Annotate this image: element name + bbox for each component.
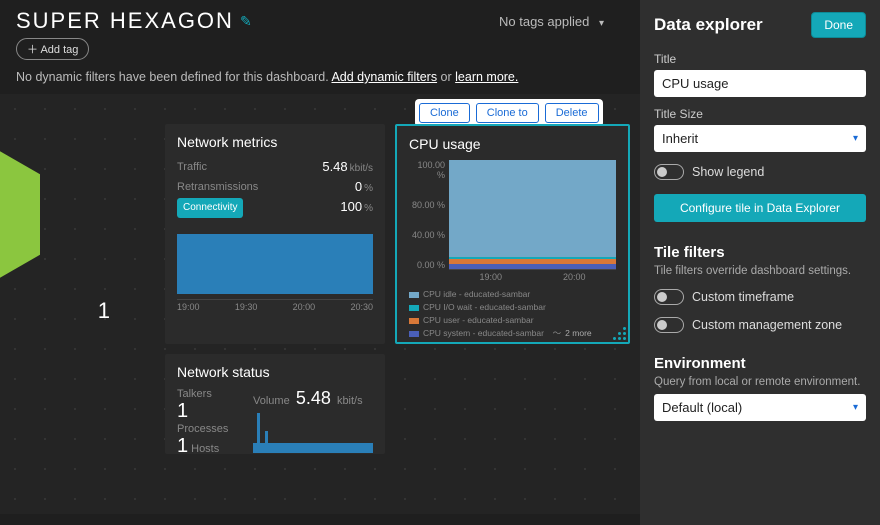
chevron-down-icon: ▾: [599, 18, 604, 29]
title-size-label: Title Size: [654, 107, 866, 121]
cpu-chart: 100.00 % 80.00 % 40.00 % 0.00 %: [409, 160, 616, 270]
add-tag-button[interactable]: ＋ Add tag: [16, 38, 89, 60]
resize-handle-icon[interactable]: [612, 326, 626, 340]
tile-filters-heading: Tile filters: [654, 244, 866, 261]
tile-title: CPU usage: [409, 136, 616, 152]
cpu-usage-tile[interactable]: CPU usage 100.00 % 80.00 % 40.00 % 0.00 …: [395, 124, 630, 344]
title-label: Title: [654, 52, 866, 66]
clone-to-button[interactable]: Clone to: [476, 103, 539, 123]
network-metrics-tile[interactable]: Network metrics Traffic5.48kbit/s Retran…: [165, 124, 385, 344]
tags-label: No tags applied: [499, 14, 589, 29]
data-explorer-panel: Data explorer Done Title Title Size Inhe…: [640, 0, 880, 525]
tags-dropdown[interactable]: No tags applied ▾: [499, 14, 604, 29]
learn-more-link[interactable]: learn more.: [455, 70, 518, 84]
dynamic-filters-notice: No dynamic filters have been defined for…: [0, 66, 640, 94]
show-legend-label: Show legend: [692, 165, 764, 179]
hexagon-count: 1: [98, 298, 110, 324]
dashboard-main: SUPER HEXAGON ✎ No tags applied ▾ ＋ Add …: [0, 0, 640, 525]
tile-filters-sub: Tile filters override dashboard settings…: [654, 265, 866, 277]
tile-actions-popover: Clone Clone to Delete: [415, 99, 603, 127]
hexagon-tile[interactable]: 1: [0, 124, 120, 324]
edit-title-icon[interactable]: ✎: [240, 13, 252, 30]
network-sparkline: 19:00 19:30 20:00 20:30: [177, 232, 373, 312]
network-status-tile[interactable]: Network status Talkers 1Processes 1Hosts…: [165, 354, 385, 454]
done-button[interactable]: Done: [811, 12, 866, 38]
topbar: SUPER HEXAGON ✎ No tags applied ▾: [0, 0, 640, 38]
panel-title: Data explorer: [654, 15, 763, 35]
brand-title: SUPER HEXAGON: [16, 8, 234, 34]
environment-select[interactable]: Default (local) ▾: [654, 394, 866, 421]
hexagon-icon: [0, 134, 40, 295]
add-tag-row: ＋ Add tag: [0, 38, 640, 66]
title-size-select[interactable]: Inherit ▾: [654, 125, 866, 152]
tile-title: Network status: [177, 364, 373, 380]
delete-button[interactable]: Delete: [545, 103, 599, 123]
environment-sub: Query from local or remote environment.: [654, 376, 866, 388]
clone-button[interactable]: Clone: [419, 103, 470, 123]
custom-timeframe-toggle[interactable]: [654, 289, 684, 305]
configure-tile-button[interactable]: Configure tile in Data Explorer: [654, 194, 866, 222]
connectivity-chip: Connectivity: [177, 198, 243, 218]
show-legend-toggle[interactable]: [654, 164, 684, 180]
environment-heading: Environment: [654, 355, 866, 372]
add-filters-link[interactable]: Add dynamic filters: [331, 70, 437, 84]
chevron-down-icon: ▾: [853, 402, 858, 413]
tile-title: Network metrics: [177, 134, 373, 150]
title-input[interactable]: [654, 70, 866, 97]
cpu-legend: CPU idle - educated-sambar CPU I/O wait …: [409, 288, 616, 340]
dashboard-grid[interactable]: Clone Clone to Delete 1 Network metrics …: [0, 94, 640, 514]
status-sparkline: [253, 413, 373, 453]
chevron-down-icon: ▾: [853, 133, 858, 144]
legend-more-link[interactable]: 2 more: [565, 327, 591, 340]
custom-mz-toggle[interactable]: [654, 317, 684, 333]
